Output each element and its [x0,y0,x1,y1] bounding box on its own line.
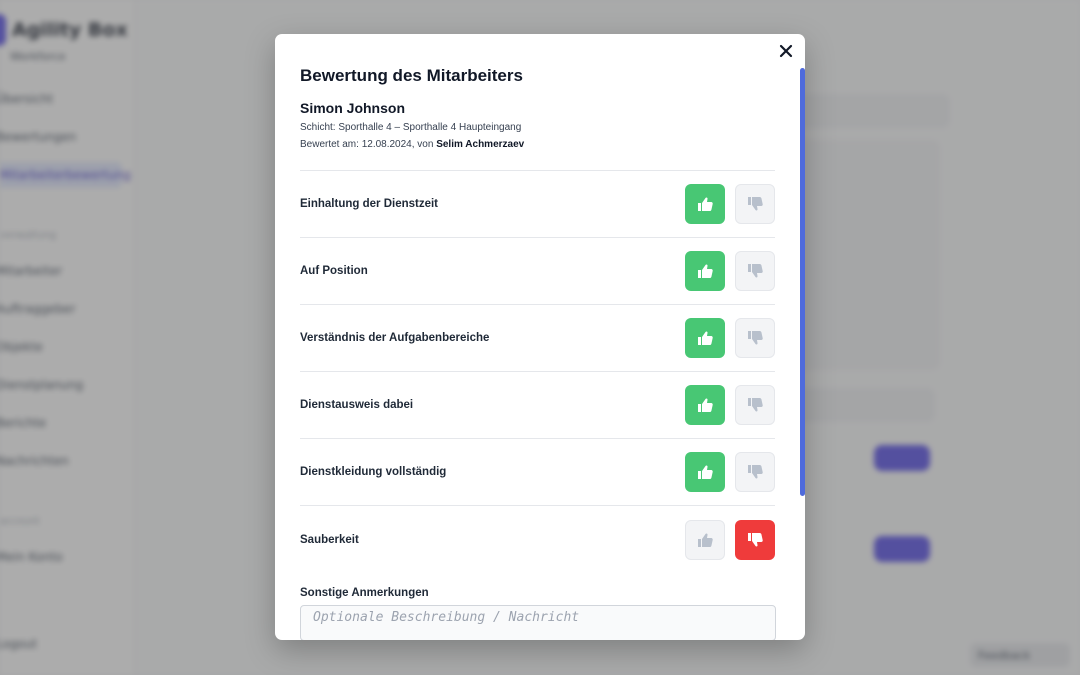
thumbs-up-button[interactable] [685,184,725,224]
thumbs-down-button[interactable] [735,318,775,358]
rating-buttons [685,251,775,291]
thumbs-down-button[interactable] [735,251,775,291]
thumbs-down-button[interactable] [735,385,775,425]
criterion-row: Dienstausweis dabei [300,372,775,439]
criterion-label: Sauberkeit [300,533,359,546]
thumbs-down-button[interactable] [735,519,775,560]
rating-buttons [685,452,775,492]
thumbs-down-icon [748,197,763,211]
close-button[interactable] [775,40,797,62]
shift-info: Schicht: Sporthalle 4 – Sporthalle 4 Hau… [300,122,522,133]
rating-buttons [685,385,775,425]
thumbs-down-icon [748,264,763,278]
thumbs-down-icon [748,398,763,412]
thumbs-up-icon [698,532,713,547]
remarks-input[interactable] [300,605,776,640]
rating-buttons [685,519,775,560]
criterion-label: Verständnis der Aufgabenbereiche [300,332,490,344]
rating-buttons [685,318,775,358]
thumbs-up-icon [698,197,713,211]
criterion-row: Einhaltung der Dienstzeit [300,171,775,238]
criteria-list: Einhaltung der Dienstzeit Auf Position Ver… [300,170,775,573]
thumbs-up-button[interactable] [685,385,725,425]
close-icon [779,44,793,58]
thumbs-up-button[interactable] [685,318,725,358]
thumbs-down-icon [748,532,763,547]
rated-date: Bewertet am: 12.08.2024, von [300,139,437,150]
criterion-row: Verständnis der Aufgabenbereiche [300,305,775,372]
employee-name: Simon Johnson [300,100,405,116]
modal-title: Bewertung des Mitarbeiters [300,66,523,85]
criterion-label: Dienstkleidung vollständig [300,466,447,478]
rating-buttons [685,184,775,224]
criterion-label: Dienstausweis dabei [300,399,414,411]
scrollbar[interactable] [800,68,805,496]
modal-content: Bewertung des Mitarbeiters Simon Johnson… [300,66,776,640]
rating-modal: Bewertung des Mitarbeiters Simon Johnson… [275,34,805,640]
thumbs-down-button[interactable] [735,452,775,492]
thumbs-down-icon [748,465,763,479]
criterion-label: Auf Position [300,265,368,277]
thumbs-up-button[interactable] [685,452,725,492]
rated-info: Bewertet am: 12.08.2024, von Selim Achme… [300,139,775,150]
remarks-label: Sonstige Anmerkungen [300,587,429,599]
criterion-row: Auf Position [300,238,775,305]
criterion-row: Sauberkeit [300,506,775,573]
rated-by: Selim Achmerzaev [436,139,525,150]
criterion-label: Einhaltung der Dienstzeit [300,198,439,210]
thumbs-up-button[interactable] [685,251,725,291]
thumbs-down-icon [748,331,763,345]
thumbs-up-icon [698,465,713,479]
thumbs-up-button[interactable] [685,519,725,560]
thumbs-up-icon [698,331,713,345]
criterion-row: Dienstkleidung vollständig [300,439,775,506]
thumbs-up-icon [698,398,713,412]
thumbs-down-button[interactable] [735,184,775,224]
thumbs-up-icon [698,264,713,278]
